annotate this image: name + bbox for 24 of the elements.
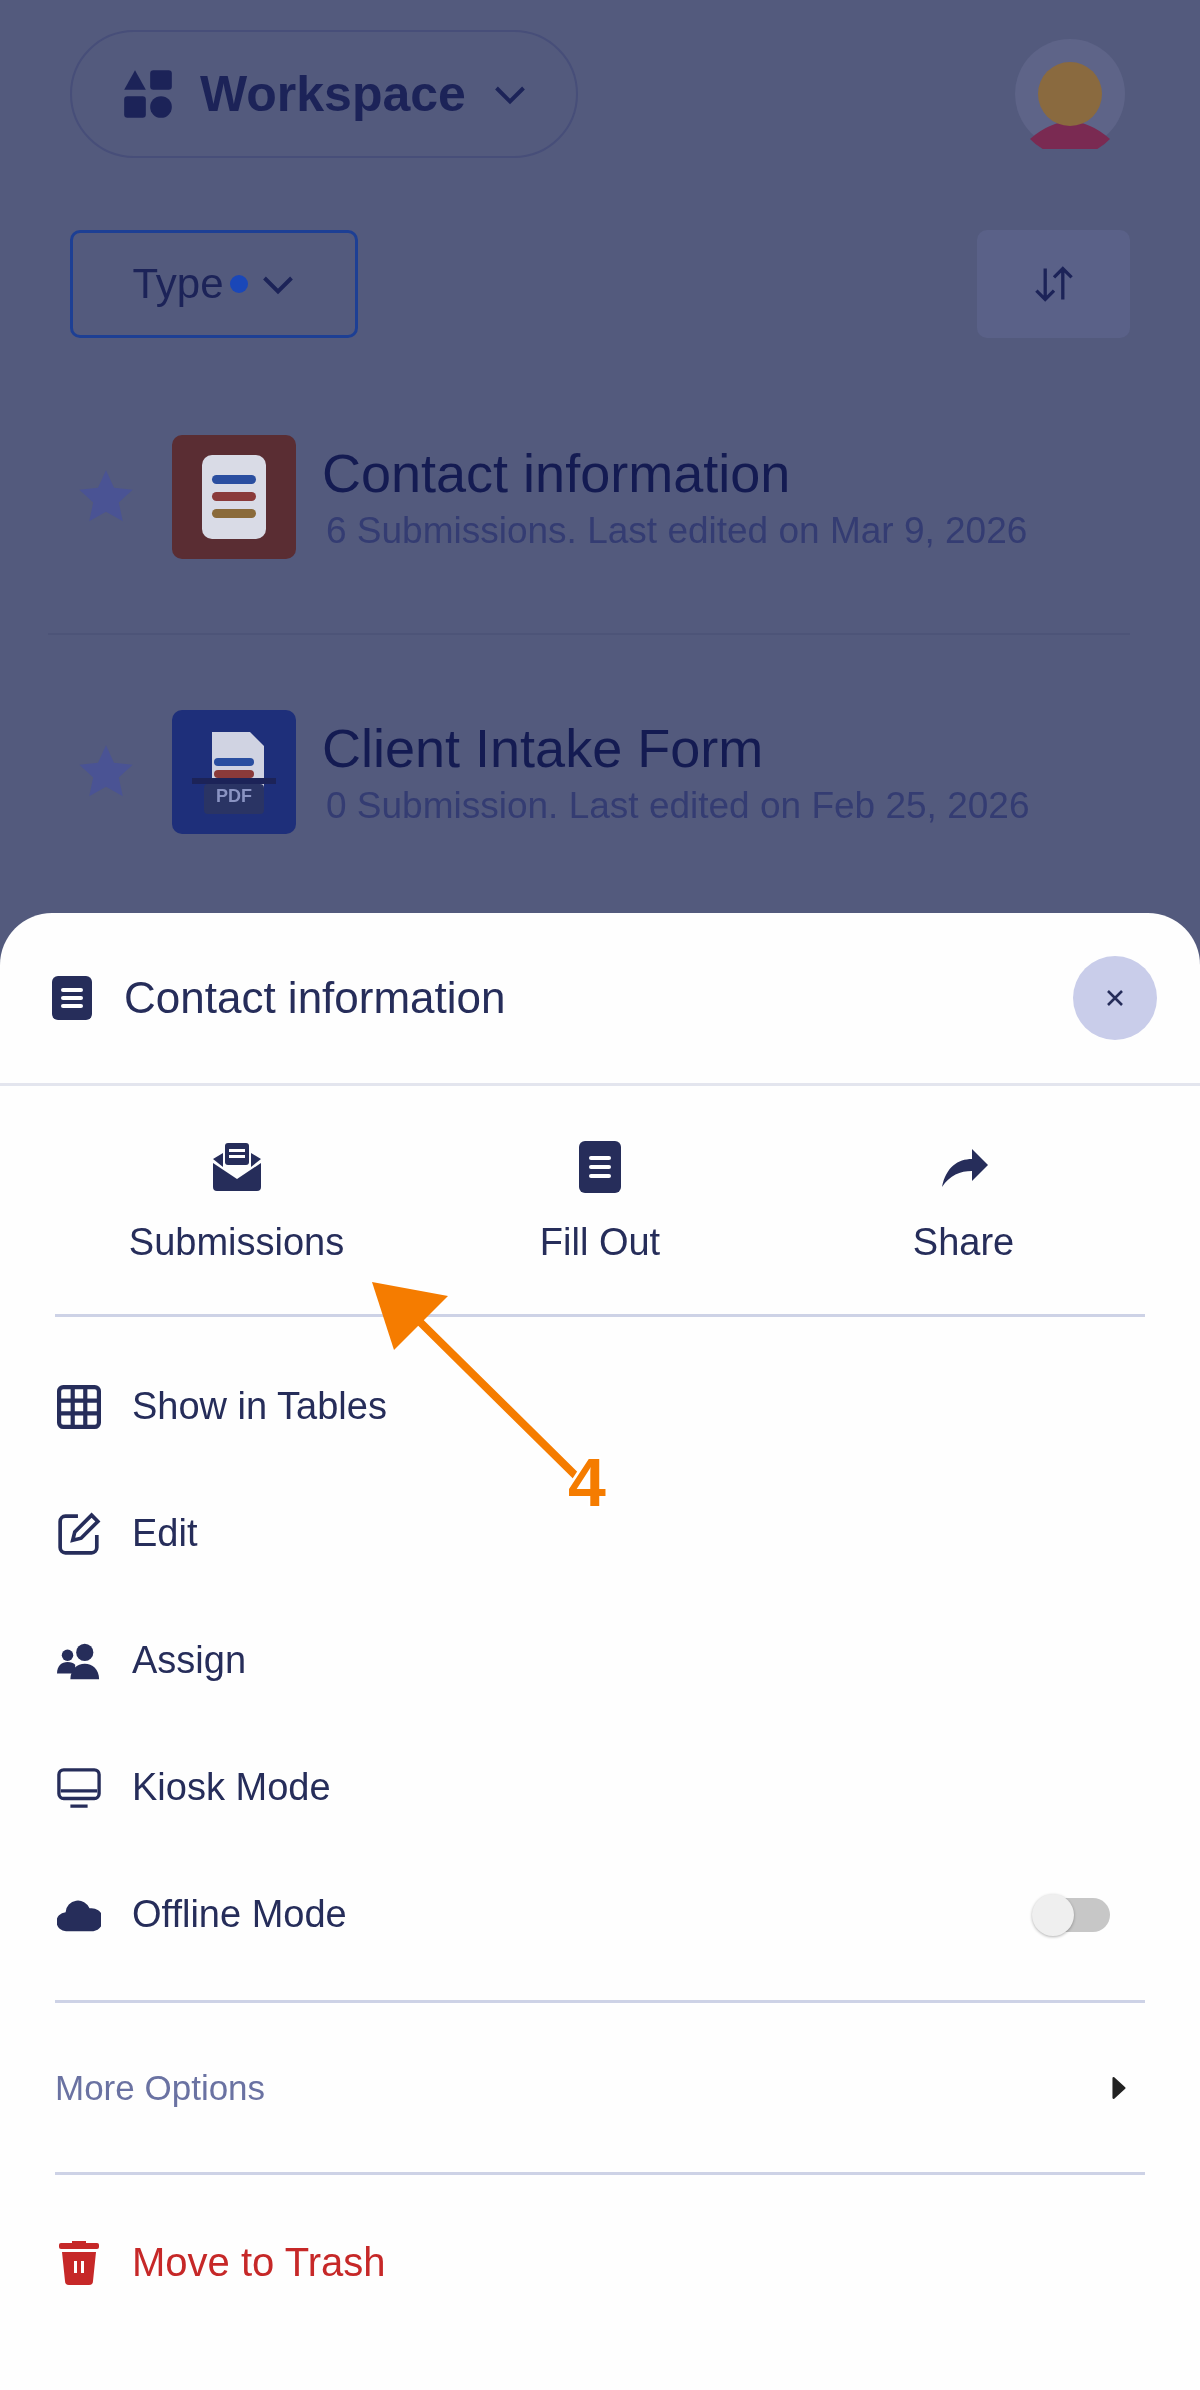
document-icon bbox=[579, 1141, 621, 1193]
form-icon bbox=[52, 976, 92, 1020]
menu-item[interactable]: Offline Mode bbox=[57, 1851, 347, 1978]
table-grid-icon bbox=[57, 1384, 101, 1429]
annotation-number: 4 bbox=[568, 1448, 606, 1516]
sheet-title: Contact information bbox=[124, 973, 507, 1023]
monitor-icon bbox=[57, 1765, 101, 1810]
menu-item[interactable]: Assign bbox=[57, 1597, 247, 1724]
trash-icon bbox=[57, 2240, 101, 2285]
sort-button[interactable] bbox=[977, 230, 1130, 338]
move-to-trash-item[interactable]: Move to Trash bbox=[0, 2175, 1200, 2350]
action-button[interactable]: Submissions bbox=[55, 1141, 418, 1314]
envelope-icon bbox=[210, 1141, 263, 1193]
menu-item[interactable]: Kiosk Mode bbox=[57, 1724, 331, 1851]
pdf-form-icon: PDF bbox=[172, 709, 296, 834]
action-button[interactable]: Share bbox=[782, 1141, 1145, 1314]
more-options-row[interactable]: More Options bbox=[55, 2000, 1145, 2175]
caret-right-icon bbox=[1111, 2075, 1127, 2100]
avatar[interactable] bbox=[1015, 39, 1125, 149]
menu-item[interactable]: Edit bbox=[57, 1470, 198, 1597]
menu-item[interactable]: Show in Tables bbox=[57, 1343, 387, 1470]
edit-icon bbox=[57, 1511, 101, 1556]
form-icon bbox=[172, 434, 296, 559]
shapes-icon bbox=[122, 68, 174, 120]
